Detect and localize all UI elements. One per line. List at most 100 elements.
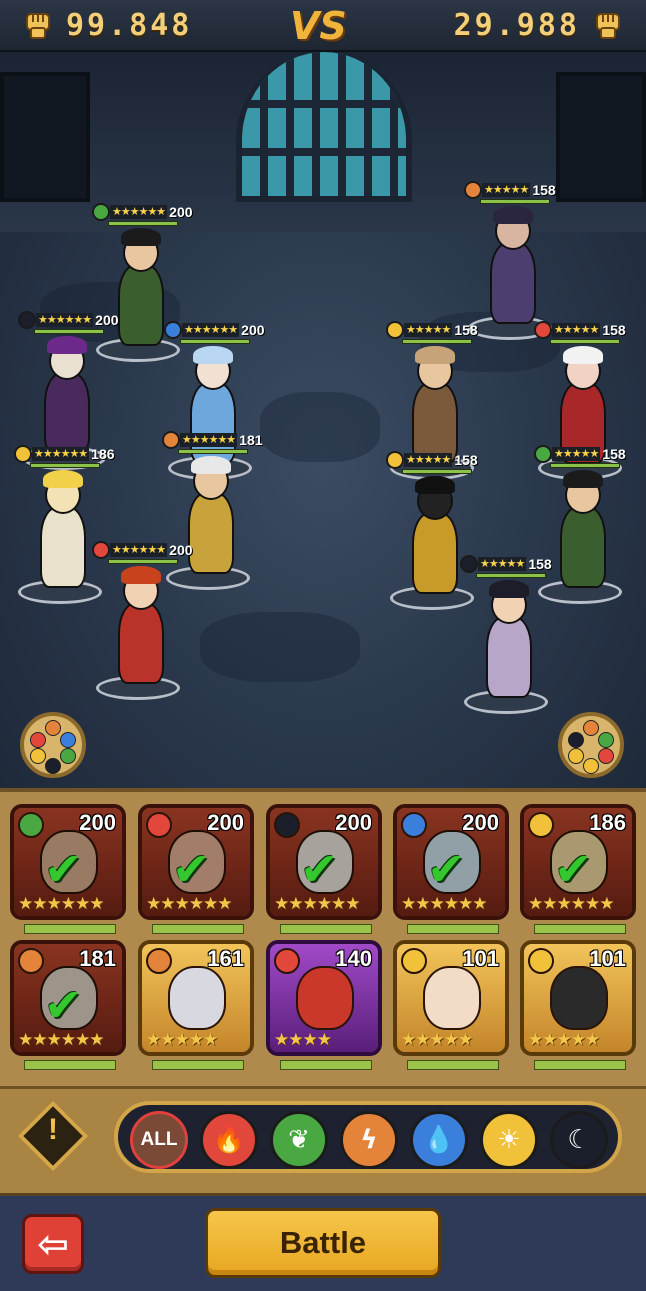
hero-sprite (118, 264, 164, 346)
unit-info: ★★★★★★ 200 (18, 310, 119, 330)
hero-stars: ★★★★★★ (18, 1030, 104, 1049)
hero-hp-bar (280, 924, 372, 934)
hero-level: 186 (589, 810, 626, 835)
filter-dark-button[interactable]: ☾ (550, 1111, 608, 1169)
hero-stars: ★★★★★ (528, 1030, 600, 1049)
window-grate (556, 72, 646, 202)
selected-check-icon: ✔ (44, 842, 83, 896)
lightning-element-icon (162, 431, 180, 449)
hero-level: 101 (462, 946, 499, 971)
exclamation-icon: ! (48, 1113, 58, 1146)
hero-sprite (486, 616, 532, 698)
hero-stars: ★★★★★ (146, 1030, 218, 1049)
hero-sprite (490, 242, 536, 324)
hero-card[interactable]: 101 ★★★★★ (520, 940, 636, 1056)
water-element-icon (164, 321, 182, 339)
nature-element-icon (18, 812, 44, 838)
unit-level: 158 (532, 182, 556, 198)
unit-level: 158 (602, 446, 626, 462)
hero-card[interactable]: 161 ★★★★★ (138, 940, 254, 1056)
player-power: 99.848 (66, 8, 193, 43)
health-bar (34, 329, 104, 334)
filter-fire-button[interactable]: 🔥 (200, 1111, 258, 1169)
hero-card[interactable]: 200 ✔ ★★★★★★ (266, 804, 382, 920)
health-bar (402, 339, 472, 344)
hero-level: 200 (335, 810, 372, 835)
element-chart-icon[interactable] (20, 712, 86, 778)
hero-card[interactable]: 186 ✔ ★★★★★★ (520, 804, 636, 920)
hero-roster: 200 ✔ ★★★★★★ 200 ✔ ★★★★★★ 200 ✔ ★★★★★★ 200 ✔ ★★★★★★… (0, 788, 646, 1086)
unit-info: ★★★★★★ 186 (14, 444, 115, 464)
health-bar (480, 199, 550, 204)
unit-stars: ★★★★★ (552, 323, 601, 337)
filter-light-button[interactable]: ☀ (480, 1111, 538, 1169)
health-bar (108, 559, 178, 564)
unit-info: ★★★★★ 158 (460, 554, 552, 574)
filter-lightning-button[interactable]: ϟ (340, 1111, 398, 1169)
health-bar (402, 469, 472, 474)
health-bar (178, 449, 248, 454)
hero-stars: ★★★★★★ (401, 894, 487, 913)
unit-stars: ★★★★★★ (182, 323, 240, 337)
hero-sprite (40, 506, 86, 588)
fist-icon (596, 13, 620, 39)
hero-hp-bar (534, 924, 626, 934)
power-bar: 99.848 VS 29.988 (0, 0, 646, 52)
unit-level: 200 (95, 312, 119, 328)
back-arrow-icon: ⇦ (37, 1222, 69, 1266)
unit-info: ★★★★★ 158 (464, 180, 556, 200)
fire-icon: 🔥 (212, 1125, 246, 1155)
health-bar (108, 221, 178, 226)
unit-stars: ★★★★★ (552, 447, 601, 461)
element-chart-icon[interactable] (558, 712, 624, 778)
hero-hp-bar (534, 1060, 626, 1070)
unit-info: ★★★★★ 158 (534, 320, 626, 340)
battle-button[interactable]: Battle (205, 1208, 441, 1278)
selected-check-icon: ✔ (172, 842, 211, 896)
unit-stars: ★★★★★★ (180, 433, 238, 447)
filter-water-button[interactable]: 💧 (410, 1111, 468, 1169)
lightning-element-icon (464, 181, 482, 199)
unit-stars: ★★★★★ (478, 557, 527, 571)
unit-level: 186 (91, 446, 115, 462)
hero-card[interactable]: 200 ✔ ★★★★★★ (393, 804, 509, 920)
back-button[interactable]: ⇦ (22, 1214, 84, 1274)
game-screen: 99.848 VS 29.988 ★★★★★★ 200 ★★★★★★ 200 ★★★★★… (0, 0, 646, 1291)
enemy-power: 29.988 (453, 8, 580, 43)
light-element-icon (528, 812, 554, 838)
unit-stars: ★★★★★★ (110, 205, 168, 219)
filter-all-button[interactable]: ALL (130, 1111, 188, 1169)
hero-card[interactable]: 140 ★★★★ (266, 940, 382, 1056)
window-grate (0, 72, 90, 202)
unit-level: 181 (239, 432, 263, 448)
hero-hp-bar (152, 1060, 244, 1070)
unit-level: 200 (169, 542, 193, 558)
hero-card[interactable]: 200 ✔ ★★★★★★ (10, 804, 126, 920)
light-element-icon (386, 321, 404, 339)
unit-info: ★★★★★ 158 (534, 444, 626, 464)
hero-card[interactable]: 101 ★★★★★ (393, 940, 509, 1056)
hero-stars: ★★★★ (274, 1030, 332, 1049)
unit-stars: ★★★★★ (404, 323, 453, 337)
unit-level: 200 (169, 204, 193, 220)
light-element-icon (528, 948, 554, 974)
unit-info: ★★★★★★ 200 (164, 320, 265, 340)
hero-card[interactable]: 200 ✔ ★★★★★★ (138, 804, 254, 920)
unit-level: 158 (454, 322, 478, 338)
unit-stars: ★★★★★★ (32, 447, 90, 461)
vs-label: VS (290, 4, 347, 48)
hero-sprite (412, 512, 458, 594)
unit-level: 158 (602, 322, 626, 338)
health-bar (476, 573, 546, 578)
element-filter-bar: ! ALL 🔥 ❦ ϟ 💧 ☀ ☾ (0, 1086, 646, 1196)
unit-level: 158 (528, 556, 552, 572)
hero-level: 200 (79, 810, 116, 835)
filter-pill: ALL 🔥 ❦ ϟ 💧 ☀ ☾ (114, 1101, 622, 1173)
hero-card[interactable]: 181 ✔ ★★★★★★ (10, 940, 126, 1056)
hero-stars: ★★★★★★ (274, 894, 360, 913)
lightning-element-icon (146, 948, 172, 974)
filter-nature-button[interactable]: ❦ (270, 1111, 328, 1169)
nature-icon: ❦ (288, 1125, 310, 1155)
fire-element-icon (534, 321, 552, 339)
nature-element-icon (534, 445, 552, 463)
